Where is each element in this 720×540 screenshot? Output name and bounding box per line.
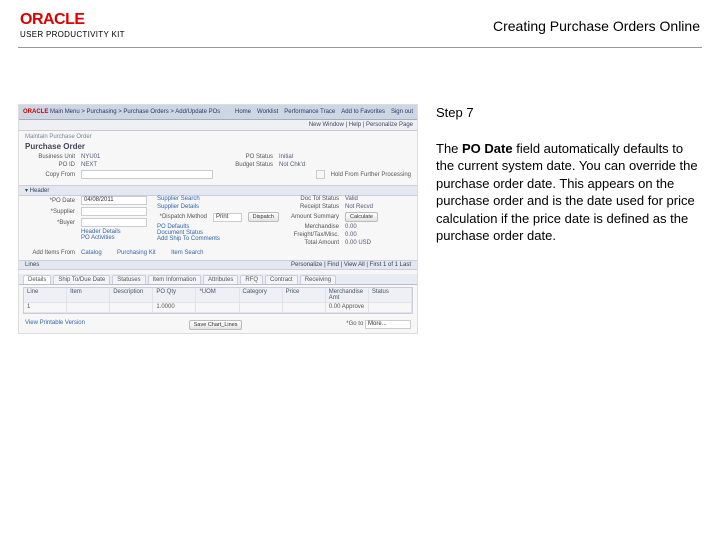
link-pkit[interactable]: Purchasing Kit — [117, 250, 156, 256]
lbl-doctol: Doc Tol Status — [289, 196, 339, 202]
lbl-total: Total Amount — [289, 240, 339, 246]
page-title: Creating Purchase Orders Online — [493, 18, 700, 34]
lines-tabs: Details Ship To/Due Date Statuses Item I… — [19, 274, 417, 285]
oracle-logo: ORACLE — [20, 12, 125, 28]
shot-page-title: Purchase Order — [19, 142, 417, 154]
field-name: PO Date — [462, 141, 513, 156]
shot-topbar: ORACLE Main Menu > Purchasing > Purchase… — [19, 105, 417, 120]
tab-attrs[interactable]: Attributes — [203, 275, 238, 284]
lbl-poid: PO ID — [25, 162, 75, 168]
lbl-addfrom: Add Items From — [25, 250, 75, 256]
lbl-podate: *PO Date — [25, 198, 75, 204]
col-amt: Merchandise Amt — [326, 288, 369, 302]
cell-qty[interactable]: 1.0000 — [153, 303, 196, 312]
lbl-merch: Merchandise — [289, 224, 339, 230]
col-desc: Description — [110, 288, 153, 302]
checkbox-hold[interactable] — [316, 170, 325, 179]
col-price: Price — [283, 288, 326, 302]
shot-nav-favorites[interactable]: Add to Favorites — [341, 109, 385, 115]
cell-status — [369, 303, 412, 312]
step-body: The PO Date field automatically defaults… — [436, 140, 702, 245]
tab-shipto[interactable]: Ship To/Due Date — [53, 275, 110, 284]
val-receipt-status: Not Recvd — [345, 204, 411, 210]
cell-cat[interactable] — [240, 303, 283, 312]
val-merch: 0.00 — [345, 224, 411, 230]
shot-nav-home[interactable]: Home — [235, 109, 251, 115]
cell-price[interactable] — [283, 303, 326, 312]
cell-line: 1 — [24, 303, 67, 312]
col-cat: Category — [240, 288, 283, 302]
shot-subbar: New Window | Help | Personalize Page — [19, 120, 417, 131]
tab-contract[interactable]: Contract — [265, 275, 298, 284]
shot-breadcrumb: Maintain Purchase Order — [19, 131, 417, 142]
link-itemsearch[interactable]: Item Search — [171, 250, 203, 256]
shot-oracle-logo: ORACLE — [23, 109, 48, 115]
table-row[interactable]: 1 1.0000 0.00 Approve — [24, 303, 412, 313]
shot-nav-signout[interactable]: Sign out — [391, 109, 413, 115]
lbl-ftm: Freight/Tax/Misc. — [289, 232, 339, 238]
cell-amt: 0.00 Approve — [326, 303, 369, 312]
val-total: 0.00 USD — [345, 240, 411, 246]
upk-subtitle: USER PRODUCTIVITY KIT — [20, 30, 125, 39]
col-line: Line — [24, 288, 67, 302]
cell-uom[interactable] — [196, 303, 239, 312]
lines-grid: Line Item Description PO Qty *UOM Catego… — [23, 287, 413, 314]
tab-iteminfo[interactable]: Item Information — [148, 275, 201, 284]
val-doctol: Valid — [345, 196, 411, 202]
link-shipto-comments[interactable]: Add Ship To Comments — [157, 236, 279, 242]
input-supplier[interactable] — [81, 207, 147, 216]
col-uom: *UOM — [196, 288, 239, 302]
tab-statuses[interactable]: Statuses — [112, 275, 145, 284]
input-dispatch[interactable]: Print — [213, 213, 242, 222]
section-header[interactable]: ▾ Header — [19, 185, 417, 196]
input-goto[interactable]: More... — [365, 320, 411, 329]
lines-label: Lines — [25, 262, 39, 268]
lbl-receipt-status: Receipt Status — [289, 204, 339, 210]
lbl-copyfrom: Copy From — [25, 172, 75, 178]
lbl-hold: Hold From Further Processing — [331, 172, 411, 178]
val-poid: NEXT — [81, 162, 213, 168]
link-catalog[interactable]: Catalog — [81, 250, 102, 256]
cell-item[interactable] — [67, 303, 110, 312]
val-bu: NYU01 — [81, 154, 213, 160]
lbl-amt-summ: Amount Summary — [289, 214, 339, 220]
link-po-activities[interactable]: PO Activities — [81, 235, 147, 241]
btn-calculate[interactable]: Calculate — [345, 212, 378, 222]
tab-receiving[interactable]: Receiving — [300, 275, 336, 284]
val-budgetstatus: Not Chk'd — [279, 162, 411, 168]
logo-block: ORACLE USER PRODUCTIVITY KIT — [20, 12, 125, 39]
lines-toolbar[interactable]: Personalize | Find | View All | First 1 … — [291, 262, 411, 268]
val-ftm: 0.00 — [345, 232, 411, 238]
col-qty: PO Qty — [153, 288, 196, 302]
lbl-postatus: PO Status — [223, 154, 273, 160]
lbl-goto: *Go to — [346, 321, 363, 327]
lbl-buyer: *Buyer — [25, 220, 75, 226]
shot-nav-worklist[interactable]: Worklist — [257, 109, 278, 115]
shot-topnav-crumbs: Main Menu > Purchasing > Purchase Orders… — [50, 109, 220, 115]
input-copyfrom[interactable] — [81, 170, 213, 179]
step-label: Step 7 — [436, 104, 702, 122]
lbl-supplier: *Supplier — [25, 209, 75, 215]
input-podate[interactable]: 04/08/2011 — [81, 196, 147, 205]
screenshot-thumbnail: ORACLE Main Menu > Purchasing > Purchase… — [18, 104, 418, 334]
lbl-dispatch: *Dispatch Method — [157, 214, 207, 220]
link-supplier-details[interactable]: Supplier Details — [157, 204, 199, 210]
input-buyer[interactable] — [81, 218, 147, 227]
lbl-budgetstatus: Budget Status — [223, 162, 273, 168]
lbl-bu: Business Unit — [25, 154, 75, 160]
link-printable[interactable]: View Printable Version — [25, 320, 85, 330]
col-status: Status — [369, 288, 412, 302]
tab-rfq[interactable]: RFQ — [240, 275, 263, 284]
shot-nav-perftrace[interactable]: Performance Trace — [284, 109, 335, 115]
btn-dispatch[interactable]: Dispatch — [248, 212, 279, 222]
link-supplier-search[interactable]: Supplier Search — [157, 196, 200, 202]
cell-desc[interactable] — [110, 303, 153, 312]
val-postatus: Initial — [279, 154, 411, 160]
instruction-text: Step 7 The PO Date field automatically d… — [436, 104, 702, 334]
btn-save[interactable]: Save Chart_Lines — [189, 320, 243, 330]
tab-details[interactable]: Details — [23, 275, 51, 284]
col-item: Item — [67, 288, 110, 302]
